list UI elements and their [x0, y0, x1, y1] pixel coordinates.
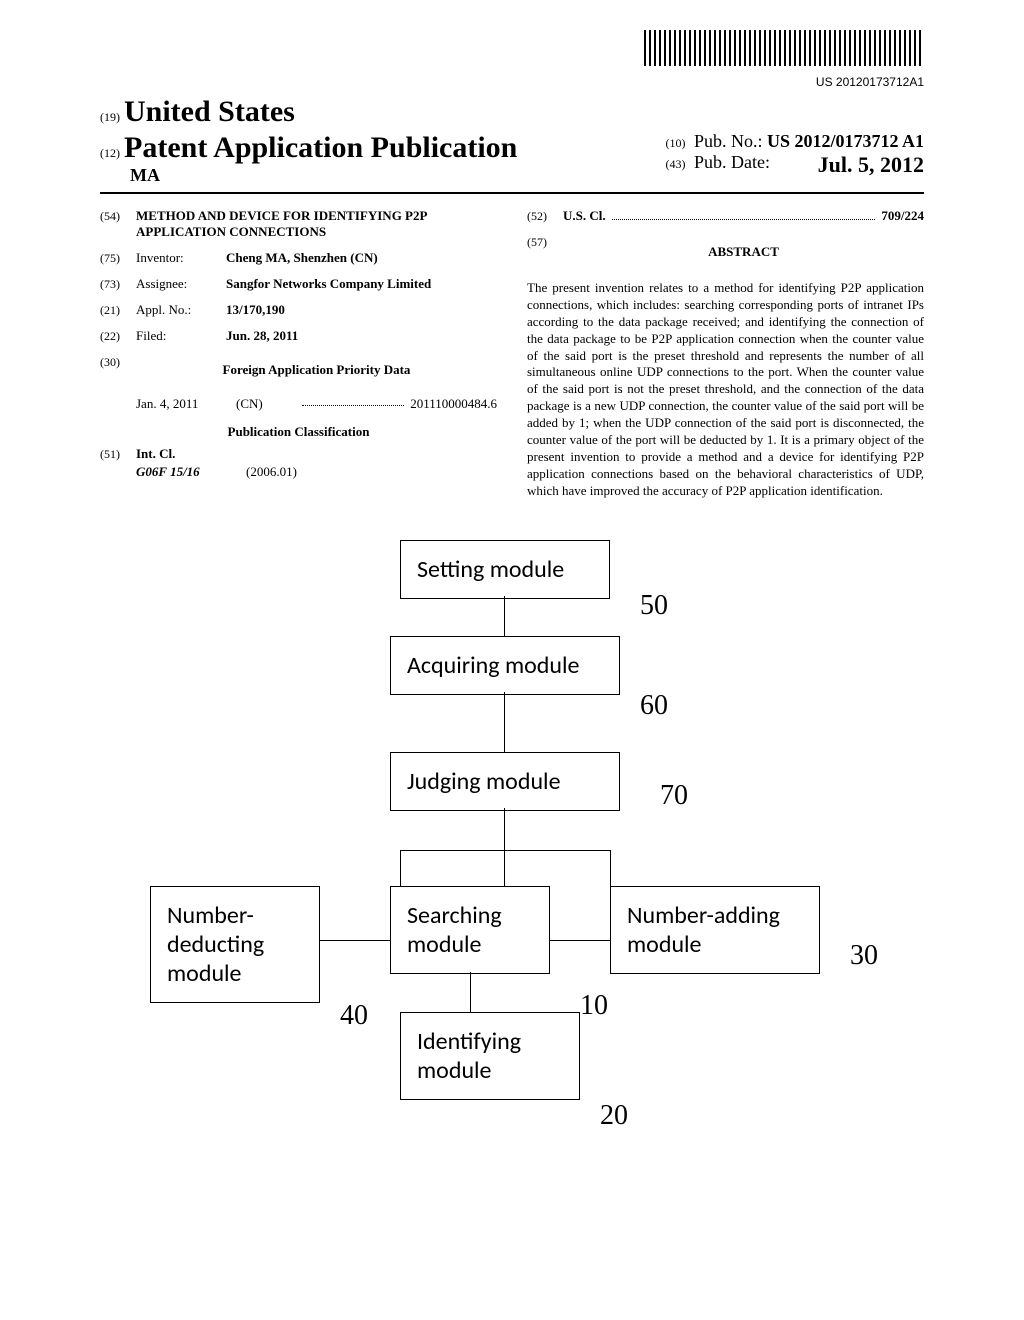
connector-line [320, 940, 390, 941]
inid-54: (54) [100, 208, 136, 224]
connector-line [504, 692, 505, 752]
box-identifying-module: Identifying module [400, 1012, 580, 1100]
foreign-appl-number: 201110000484.6 [410, 396, 497, 412]
barcode-area [100, 30, 924, 71]
inid-21: (21) [100, 302, 136, 318]
foreign-date: Jan. 4, 2011 [136, 396, 236, 412]
inid-73: (73) [100, 276, 136, 292]
filed-value: Jun. 28, 2011 [226, 328, 497, 344]
box-setting-module: Setting module [400, 540, 610, 599]
invention-title: METHOD AND DEVICE FOR IDENTIFYING P2P AP… [136, 208, 497, 240]
inventor-value: Cheng MA, Shenzhen (CN) [226, 250, 497, 266]
ref-num-70: 70 [660, 780, 688, 812]
box-acquiring-module: Acquiring module [390, 636, 620, 695]
ref-num-60: 60 [640, 690, 668, 722]
inid-51: (51) [100, 446, 136, 462]
filed-label: Filed: [136, 328, 226, 344]
connector-line [504, 596, 505, 636]
inid-22: (22) [100, 328, 136, 344]
inventor-label: Inventor: [136, 250, 226, 266]
us-cl-value: 709/224 [881, 208, 924, 224]
barcode-graphic [644, 30, 924, 66]
ref-num-50: 50 [640, 590, 668, 622]
dot-leader [302, 396, 404, 406]
abstract-heading: ABSTRACT [563, 244, 924, 260]
bibliographic-area: (54) METHOD AND DEVICE FOR IDENTIFYING P… [100, 208, 924, 500]
foreign-priority-heading: Foreign Application Priority Data [136, 362, 497, 378]
country-name: United States [124, 95, 295, 129]
connector-line [550, 940, 610, 941]
author-surname: MA [130, 165, 517, 186]
dot-leader [612, 210, 876, 220]
inid-43: (43) [665, 157, 685, 171]
inid-19: (19) [100, 110, 120, 125]
box-searching-module: Searching module [390, 886, 550, 974]
pub-date-label: Pub. Date: [694, 152, 770, 172]
us-cl-label: U.S. Cl. [563, 208, 606, 224]
int-cl-year: (2006.01) [246, 464, 297, 480]
box-number-deducting-module: Number-deducting module [150, 886, 320, 1003]
header-main: (12) Patent Application Publication MA (… [100, 131, 924, 194]
ref-num-20: 20 [600, 1100, 628, 1132]
pub-no-label: Pub. No.: [694, 131, 763, 151]
abstract-text: The present invention relates to a metho… [527, 280, 924, 500]
foreign-country-code: (CN) [236, 396, 296, 412]
appl-no-value: 13/170,190 [226, 302, 497, 318]
inid-12: (12) [100, 146, 120, 161]
box-judging-module: Judging module [390, 752, 620, 811]
connector-line [470, 972, 471, 1012]
inid-10: (10) [665, 136, 685, 150]
barcode-number: US 20120173712A1 [100, 75, 924, 89]
int-cl-code: G06F 15/16 [136, 464, 246, 480]
pub-date-value: Jul. 5, 2012 [818, 152, 924, 178]
inid-52: (52) [527, 208, 563, 224]
connector-line [504, 808, 505, 886]
connector-line [400, 850, 401, 886]
appl-no-label: Appl. No.: [136, 302, 226, 318]
figure-diagram: Setting module 50 Acquiring module 60 Ju… [100, 540, 924, 1160]
connector-line [400, 850, 610, 851]
connector-line [610, 850, 611, 886]
assignee-label: Assignee: [136, 276, 226, 292]
inid-75: (75) [100, 250, 136, 266]
int-cl-label: Int. Cl. [136, 446, 497, 462]
box-number-adding-module: Number-adding module [610, 886, 820, 974]
inid-30: (30) [100, 354, 136, 370]
publication-title: Patent Application Publication [124, 131, 517, 165]
pub-no-value: US 2012/0173712 A1 [767, 131, 924, 151]
assignee-value: Sangfor Networks Company Limited [226, 276, 497, 292]
ref-num-40: 40 [340, 1000, 368, 1032]
ref-num-30: 30 [850, 940, 878, 972]
inid-57: (57) [527, 234, 563, 250]
ref-num-10: 10 [580, 990, 608, 1022]
publication-classification-heading: Publication Classification [100, 424, 497, 440]
